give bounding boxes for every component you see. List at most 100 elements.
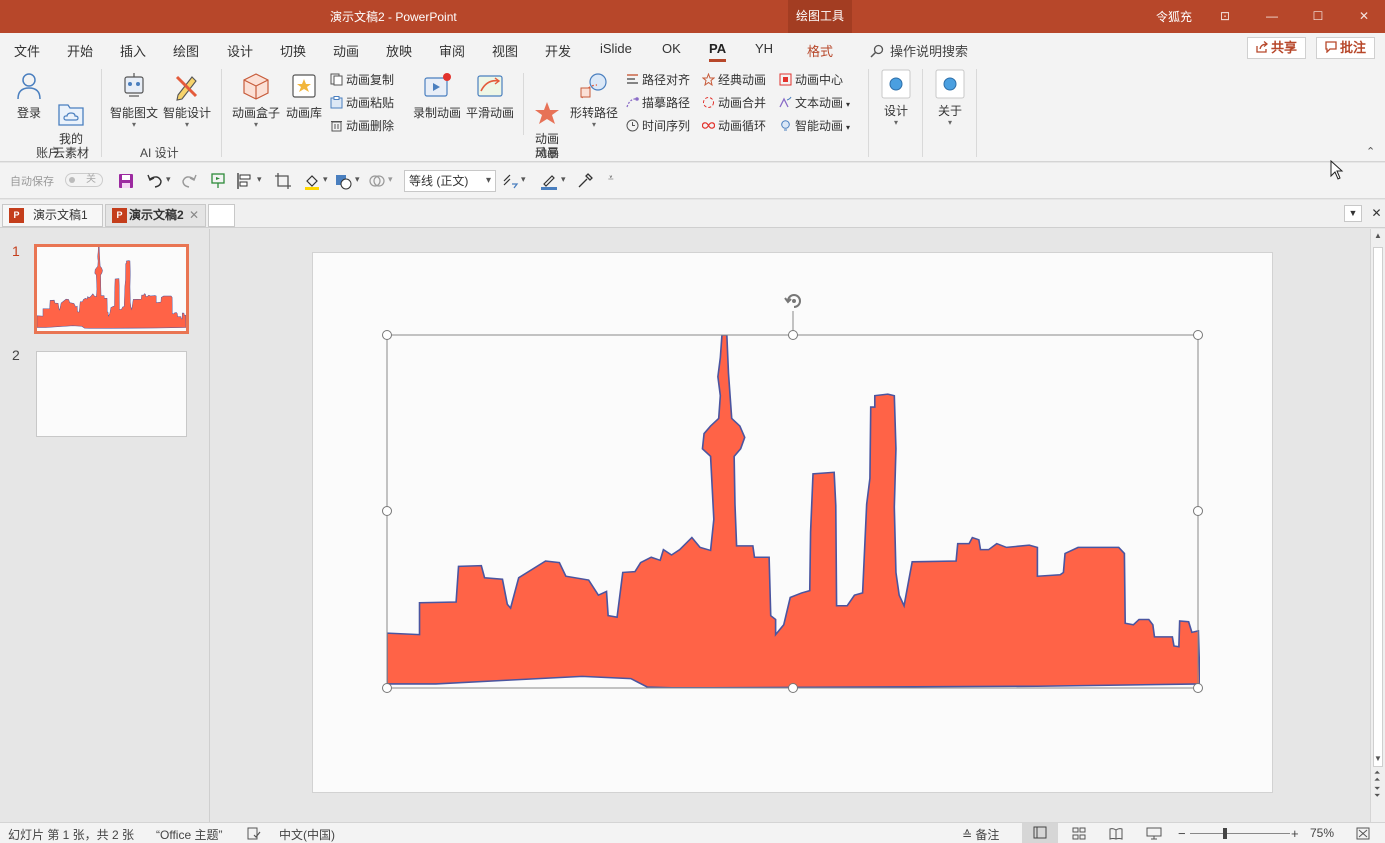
resize-handle-bottom-left[interactable] — [382, 683, 392, 693]
font-name-select[interactable]: 等线 (正文) — [404, 170, 496, 192]
slide-canvas[interactable] — [312, 252, 1273, 793]
resize-handle-left[interactable] — [382, 506, 392, 516]
tab-design[interactable]: 设计 — [227, 41, 253, 60]
anim-loop-button[interactable]: 动画循环 — [702, 117, 766, 134]
zoom-in-button[interactable]: + — [1291, 826, 1299, 841]
save-icon[interactable] — [117, 172, 135, 190]
smart-design-button[interactable]: 智能设计 ▾ — [161, 71, 213, 129]
previous-slide-icon[interactable]: ⏶ ⏶ — [1374, 769, 1380, 784]
tab-file[interactable]: 文件 — [14, 41, 40, 60]
fill-dropdown-icon[interactable]: ▾ — [323, 174, 328, 185]
smart-anim-button[interactable]: 智能动画 ▾ — [779, 117, 850, 134]
fit-to-window-icon[interactable] — [1356, 827, 1370, 840]
scroll-down-icon[interactable]: ▼ — [1374, 754, 1382, 763]
anim-library-button[interactable]: 动画库 — [284, 71, 324, 121]
slide-sorter-icon[interactable] — [1072, 827, 1086, 840]
ribbon-display-options-icon[interactable]: ⊡ — [1216, 7, 1234, 25]
new-tab-button[interactable] — [208, 204, 235, 227]
align-objects-icon[interactable] — [236, 172, 254, 190]
outline-color-icon[interactable] — [540, 172, 558, 190]
zoom-out-button[interactable]: − — [1178, 826, 1186, 841]
text-direction-icon[interactable] — [502, 172, 520, 190]
close-tab-icon[interactable]: ✕ — [189, 205, 199, 226]
undo-icon[interactable] — [146, 172, 164, 190]
maximize-icon[interactable]: ☐ — [1309, 7, 1327, 25]
tab-developer[interactable]: 开发 — [545, 41, 571, 60]
tab-transitions[interactable]: 切换 — [280, 41, 306, 60]
present-from-start-icon[interactable] — [209, 172, 227, 190]
smooth-anim-button[interactable]: 平滑动画 — [465, 71, 515, 121]
zoom-slider-track[interactable] — [1190, 833, 1290, 834]
crop-icon[interactable] — [274, 172, 292, 190]
notes-button[interactable]: ≙ 备注 — [962, 826, 999, 843]
tab-review[interactable]: 审阅 — [439, 41, 465, 60]
zoom-level[interactable]: 75% — [1310, 826, 1334, 840]
doc-tab-1[interactable]: P 演示文稿1 — [2, 204, 103, 227]
direction-dropdown-icon[interactable]: ▾ — [521, 174, 526, 185]
reading-view-icon[interactable] — [1109, 827, 1123, 840]
anim-center-button[interactable]: 动画中心 — [779, 71, 843, 88]
anim-merge-button[interactable]: 动画合并 — [702, 94, 766, 111]
outline-dropdown-icon[interactable]: ▾ — [561, 174, 566, 185]
anim-paste-button[interactable]: 动画粘贴 — [330, 94, 394, 111]
trace-path-button[interactable]: 描摹路径 — [626, 94, 690, 111]
resize-handle-top-left[interactable] — [382, 330, 392, 340]
rotate-handle-icon[interactable] — [782, 289, 806, 313]
slide-thumbnail-1[interactable] — [34, 244, 189, 334]
text-anim-button[interactable]: 文本动画 ▾ — [779, 94, 850, 111]
resize-handle-bottom[interactable] — [788, 683, 798, 693]
vertical-scrollbar[interactable]: ▲ ▼ ⏶ ⏶ ⏷ ⏷ — [1370, 229, 1385, 822]
tab-list-dropdown-icon[interactable]: ▼ — [1344, 205, 1362, 222]
shape-effects-icon[interactable] — [334, 172, 352, 190]
redo-icon[interactable] — [180, 172, 198, 190]
autosave-toggle[interactable]: 关 — [65, 173, 103, 187]
design-button[interactable]: 设计 ▾ — [878, 69, 914, 127]
effects-dropdown-icon[interactable]: ▾ — [355, 174, 360, 185]
scroll-up-icon[interactable]: ▲ — [1374, 231, 1382, 240]
resize-handle-top[interactable] — [788, 330, 798, 340]
eyedropper-icon[interactable] — [576, 172, 594, 190]
anim-copy-button[interactable]: 动画复制 — [330, 71, 394, 88]
language-status[interactable]: 中文(中国) — [279, 826, 335, 843]
resize-handle-bottom-right[interactable] — [1193, 683, 1203, 693]
doc-tab-2[interactable]: P 演示文稿2 ✕ — [105, 204, 206, 227]
close-icon[interactable]: ✕ — [1355, 7, 1373, 25]
tab-draw[interactable]: 绘图 — [173, 41, 199, 60]
tab-ok[interactable]: OK — [662, 41, 681, 56]
merge-dropdown-icon[interactable]: ▾ — [388, 174, 393, 185]
spelling-check-icon[interactable] — [247, 827, 261, 840]
normal-view-button[interactable] — [1022, 823, 1058, 843]
resize-handle-right[interactable] — [1193, 506, 1203, 516]
login-button[interactable]: 登录 — [12, 71, 46, 121]
slideshow-view-icon[interactable] — [1146, 827, 1162, 840]
anim-delete-button[interactable]: 动画删除 — [330, 117, 394, 134]
collapse-ribbon-icon[interactable]: ⌃ — [1366, 145, 1375, 158]
smart-graphics-button[interactable]: 智能图文 ▾ — [108, 71, 160, 129]
slide-thumbnail-2[interactable] — [36, 351, 187, 437]
shape-fill-icon[interactable] — [303, 172, 321, 190]
align-dropdown-icon[interactable]: ▾ — [257, 174, 262, 185]
tab-pa[interactable]: PA — [709, 41, 727, 62]
tab-yh[interactable]: YH — [755, 41, 773, 56]
comments-button[interactable]: 批注 — [1316, 37, 1376, 59]
zoom-slider-knob[interactable] — [1223, 828, 1227, 839]
path-align-button[interactable]: 路径对齐 — [626, 71, 690, 88]
tab-view[interactable]: 视图 — [492, 41, 518, 60]
tab-format[interactable]: 格式 — [807, 41, 833, 60]
anim-box-button[interactable]: 动画盒子 ▾ — [230, 71, 282, 129]
classic-anim-button[interactable]: 经典动画 — [702, 71, 766, 88]
share-button[interactable]: 共享 — [1247, 37, 1307, 59]
user-name[interactable]: 令狐充 — [1156, 8, 1192, 25]
tab-insert[interactable]: 插入 — [120, 41, 146, 60]
scrollbar-thumb[interactable] — [1373, 247, 1383, 767]
resize-handle-top-right[interactable] — [1193, 330, 1203, 340]
undo-dropdown-icon[interactable]: ▾ — [166, 174, 171, 185]
morph-path-button[interactable]: 形转路径 ▾ — [568, 71, 620, 129]
tab-animations[interactable]: 动画 — [333, 41, 359, 60]
merge-shapes-icon[interactable] — [368, 172, 386, 190]
close-all-tabs-icon[interactable]: ✕ — [1368, 205, 1385, 222]
record-anim-button[interactable]: 录制动画 — [412, 71, 462, 121]
tab-slideshow[interactable]: 放映 — [386, 41, 412, 60]
tab-islide[interactable]: iSlide — [600, 41, 632, 56]
about-button[interactable]: 关于 ▾ — [932, 69, 968, 127]
